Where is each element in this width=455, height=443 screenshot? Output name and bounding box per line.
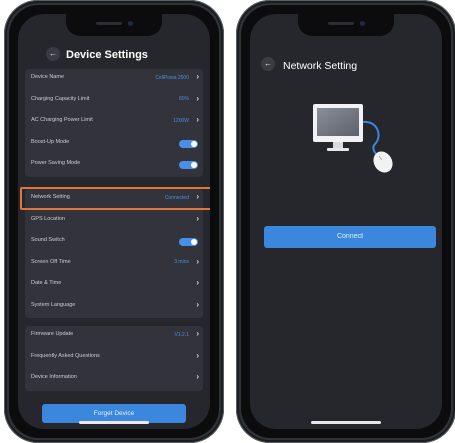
highlight-box (20, 187, 210, 210)
phone-bezel: ← Device Settings Device Name CellPowa 25… (9, 5, 219, 438)
setting-row[interactable]: Date & Time › (25, 275, 203, 297)
setting-label: Date & Time (31, 280, 62, 286)
chevron-right-icon: › (196, 115, 199, 124)
settings-group: Firmware Update V1.2.1 › Frequently Asked Q… (25, 326, 203, 391)
setting-row[interactable]: Device Name CellPowa 2500 › (25, 69, 203, 91)
arrow-left-icon: ← (49, 49, 57, 58)
computer-mouse-icon (313, 104, 393, 173)
right-phone: ← Network Setting Connect (236, 0, 455, 443)
arrow-left-icon: ← (264, 59, 272, 68)
setting-label: Boost-Up Mode (31, 138, 70, 145)
setting-label: System Language (31, 301, 76, 308)
setting-row[interactable]: AC Charging Power Limit 1200W › (25, 112, 203, 134)
page-title: Device Settings (66, 49, 148, 61)
chevron-right-icon: › (196, 72, 199, 81)
setting-row[interactable]: System Language › (25, 297, 203, 319)
setting-row[interactable]: Sound Switch (25, 232, 203, 254)
setting-row[interactable]: Power Saving Mode (25, 155, 203, 177)
setting-value: 3 mins (174, 259, 189, 265)
front-camera-icon (128, 21, 133, 26)
setting-label: Frequently Asked Questions (31, 352, 100, 359)
chevron-right-icon: › (196, 299, 199, 309)
chevron-right-icon: › (196, 372, 199, 381)
setting-row[interactable]: Frequently Asked Questions › (25, 348, 203, 370)
setting-label: GPS Location (31, 215, 65, 222)
setting-label: AC Charging Power Limit (31, 117, 93, 123)
setting-row[interactable]: GPS Location › (25, 211, 203, 233)
page-title: Network Setting (283, 60, 358, 72)
left-phone: ← Device Settings Device Name CellPowa 25… (4, 0, 224, 443)
toggle-switch[interactable] (179, 161, 198, 169)
chevron-right-icon: › (196, 256, 199, 266)
setting-label: Charging Capacity Limit (31, 95, 90, 102)
setting-label: Firmware Update (31, 331, 74, 337)
toggle-switch[interactable] (179, 238, 198, 246)
setting-label: Device Name (31, 74, 65, 80)
chevron-right-icon: › (196, 278, 199, 287)
setting-value: CellPowa 2500 (155, 74, 189, 81)
setting-row[interactable]: Charging Capacity Limit 80% › (25, 91, 203, 113)
device-settings-screen: ← Device Settings Device Name CellPowa 25… (18, 14, 210, 429)
speaker-grille (96, 22, 122, 25)
chevron-right-icon: › (196, 350, 199, 360)
phone-notch (66, 14, 162, 36)
chevron-right-icon: › (196, 213, 199, 223)
chevron-right-icon: › (196, 329, 199, 338)
setting-row[interactable]: Firmware Update V1.2.1 › (25, 326, 203, 348)
setting-row[interactable]: Device Information › (25, 369, 203, 391)
speaker-grille (328, 22, 354, 25)
toggle-switch[interactable] (179, 139, 198, 148)
network-setting-screen: ← Network Setting Connect (250, 14, 442, 429)
connect-button[interactable]: Connect (264, 226, 436, 248)
phone-notch (298, 14, 394, 36)
setting-value: 1200W (173, 117, 189, 124)
setting-label: Device Information (31, 374, 77, 380)
setting-label: Power Saving Mode (31, 160, 81, 166)
home-indicator (79, 421, 149, 424)
setting-label: Screen Off Time (31, 258, 71, 265)
phone-bezel: ← Network Setting Connect (241, 5, 451, 438)
setting-row[interactable]: Screen Off Time 3 mins › (25, 254, 203, 276)
chevron-right-icon: › (196, 93, 199, 103)
setting-label: Sound Switch (31, 237, 65, 243)
setting-row[interactable]: Boost-Up Mode (25, 134, 203, 156)
settings-group: Device Name CellPowa 2500 › Charging Capaci… (25, 69, 203, 177)
back-button[interactable]: ← (46, 47, 60, 61)
front-camera-icon (360, 21, 365, 26)
toggle-knob (191, 162, 197, 168)
setting-value: 80% (178, 96, 189, 102)
setting-value: V1.2.1 (174, 331, 189, 338)
home-indicator (311, 421, 381, 424)
toggle-knob (191, 239, 197, 245)
toggle-knob (191, 140, 197, 147)
back-button[interactable]: ← (261, 57, 275, 71)
